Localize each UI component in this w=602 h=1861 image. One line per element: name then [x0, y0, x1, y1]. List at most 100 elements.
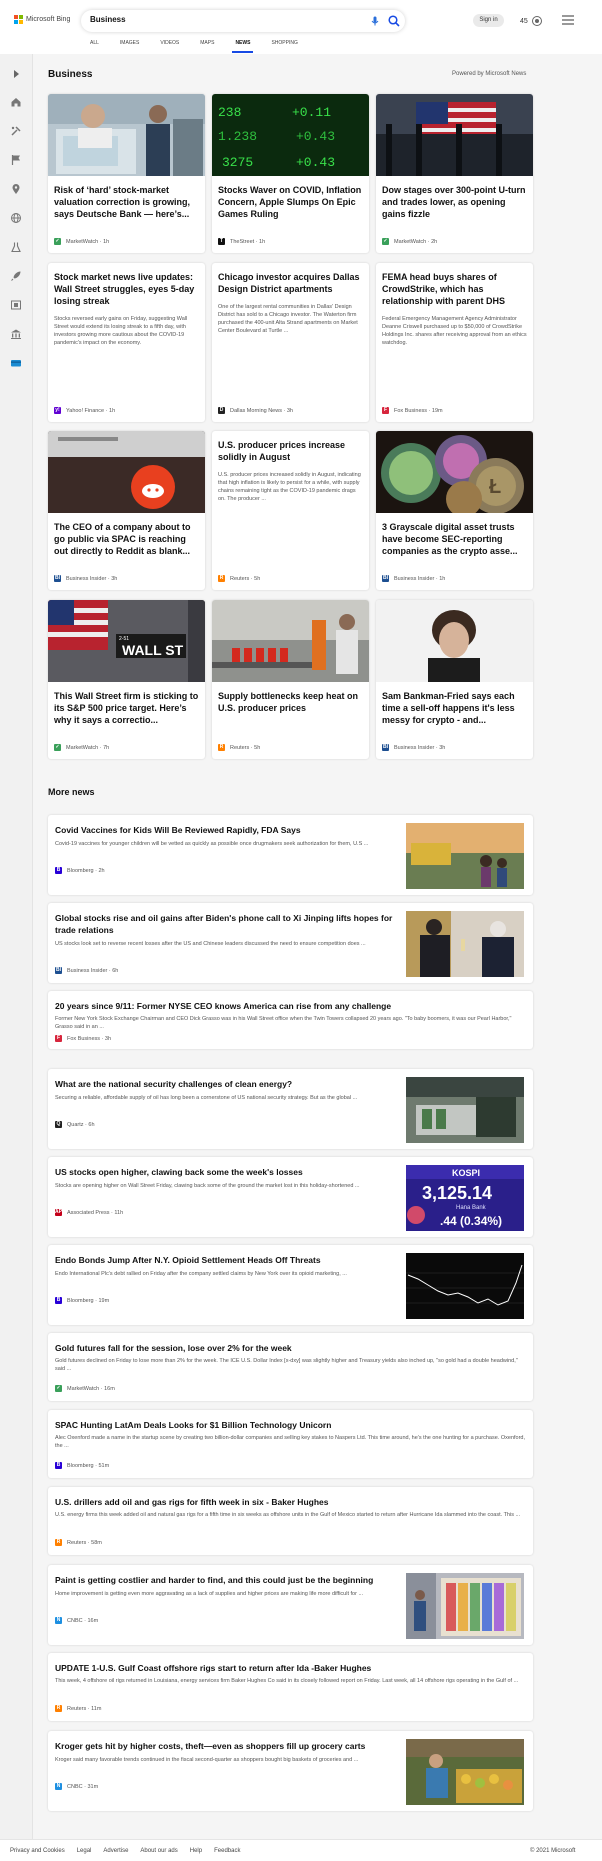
- item-title[interactable]: Gold futures fall for the session, lose …: [55, 1342, 525, 1354]
- card-title[interactable]: Stocks Waver on COVID, Inflation Concern…: [212, 176, 369, 220]
- kospi-label: KOSPI: [452, 1168, 480, 1178]
- search-icon[interactable]: [387, 14, 401, 28]
- rocket-icon[interactable]: [10, 269, 22, 281]
- bing-logo[interactable]: Microsoft Bing: [14, 15, 70, 24]
- yahoo-logo-icon: y!: [54, 407, 61, 414]
- list-item[interactable]: SPAC Hunting LatAm Deals Looks for $1 Bi…: [48, 1410, 533, 1478]
- footer-link-help[interactable]: Help: [190, 1848, 202, 1854]
- tab-videos[interactable]: VIDEOS: [160, 40, 179, 54]
- footer-link-feedback[interactable]: Feedback: [214, 1848, 240, 1854]
- item-title[interactable]: 20 years since 9/11: Former NYSE CEO kno…: [55, 1000, 525, 1012]
- list-item[interactable]: Endo Bonds Jump After N.Y. Opioid Settle…: [48, 1245, 533, 1325]
- card-summary: Stocks reversed early gains on Friday, s…: [54, 316, 188, 346]
- search-box[interactable]: [81, 10, 405, 32]
- item-title[interactable]: Covid Vaccines for Kids Will Be Reviewed…: [55, 824, 395, 836]
- source-time: 19m: [98, 1297, 110, 1304]
- tab-maps[interactable]: MAPS: [200, 40, 214, 54]
- card-title[interactable]: 3 Grayscale digital asset trusts have be…: [376, 513, 533, 557]
- card-source: T TheStreet · 1h: [218, 238, 266, 245]
- footer-link-advertise[interactable]: Advertise: [103, 1848, 128, 1854]
- item-title[interactable]: Kroger gets hit by higher costs, theft—e…: [55, 1740, 395, 1752]
- list-item[interactable]: 20 years since 9/11: Former NYSE CEO kno…: [48, 991, 533, 1049]
- location-icon[interactable]: [10, 182, 22, 194]
- home-icon[interactable]: [10, 95, 22, 107]
- tab-shopping[interactable]: SHOPPING: [271, 40, 297, 54]
- news-image: [212, 600, 369, 682]
- tools-icon[interactable]: [10, 124, 22, 136]
- footer-link-legal[interactable]: Legal: [77, 1848, 92, 1854]
- card-title[interactable]: FEMA head buys shares of CrowdStrike, wh…: [376, 263, 533, 307]
- news-card[interactable]: Risk of ‘hard’ stock-market valuation co…: [48, 94, 205, 253]
- menu-icon[interactable]: [562, 15, 574, 25]
- news-card[interactable]: Stock market news live updates: Wall Str…: [48, 263, 205, 422]
- item-title[interactable]: SPAC Hunting LatAm Deals Looks for $1 Bi…: [55, 1419, 525, 1431]
- bank-icon[interactable]: [10, 327, 22, 339]
- list-item[interactable]: U.S. drillers add oil and gas rigs for f…: [48, 1487, 533, 1555]
- list-item[interactable]: US stocks open higher, clawing back some…: [48, 1157, 533, 1237]
- footer-link-privacy[interactable]: Privacy and Cookies: [10, 1848, 65, 1854]
- source-time: 58m: [91, 1539, 102, 1546]
- item-title[interactable]: U.S. drillers add oil and gas rigs for f…: [55, 1496, 525, 1508]
- footer: Privacy and Cookies Legal Advertise Abou…: [0, 1839, 602, 1861]
- card-title[interactable]: Sam Bankman-Fried says each time a sell-…: [376, 682, 533, 726]
- list-item[interactable]: What are the national security challenge…: [48, 1069, 533, 1149]
- tab-all[interactable]: ALL: [90, 40, 99, 54]
- tab-news[interactable]: NEWS: [232, 40, 254, 54]
- card-title[interactable]: Chicago investor acquires Dallas Design …: [212, 263, 369, 295]
- tab-images[interactable]: IMAGES: [120, 40, 139, 54]
- news-card[interactable]: The CEO of a company about to go public …: [48, 431, 205, 590]
- footer-link-about-ads[interactable]: About our ads: [140, 1848, 177, 1854]
- source-time: 5h: [254, 744, 261, 751]
- reuters-logo-icon: R: [218, 575, 225, 582]
- list-item[interactable]: Covid Vaccines for Kids Will Be Reviewed…: [48, 815, 533, 895]
- list-item[interactable]: Paint is getting costlier and harder to …: [48, 1565, 533, 1645]
- search-tabs: ALL IMAGES VIDEOS MAPS NEWS SHOPPING: [90, 40, 319, 54]
- item-title[interactable]: What are the national security challenge…: [55, 1078, 395, 1090]
- microsoft-logo-icon: [14, 15, 23, 24]
- card-title[interactable]: Supply bottlenecks keep heat on U.S. pro…: [212, 682, 369, 714]
- news-card[interactable]: 238 +0.11 1.238 +0.43 3275 +0.43 Stocks …: [212, 94, 369, 253]
- news-card[interactable]: FEMA head buys shares of CrowdStrike, wh…: [376, 263, 533, 422]
- card-source: BI Business Insider · 1h: [382, 575, 446, 582]
- card-title[interactable]: U.S. producer prices increase solidly in…: [212, 431, 369, 463]
- card-title[interactable]: The CEO of a company about to go public …: [48, 513, 205, 557]
- source-name: Bloomberg: [67, 1297, 94, 1304]
- list-item[interactable]: Gold futures fall for the session, lose …: [48, 1333, 533, 1401]
- card-title[interactable]: Risk of ‘hard’ stock-market valuation co…: [48, 176, 205, 220]
- sign-in-button[interactable]: Sign in: [473, 14, 504, 27]
- card-title[interactable]: This Wall Street firm is sticking to its…: [48, 682, 205, 726]
- chevron-right-icon[interactable]: [10, 67, 22, 79]
- card-source: ✓ MarketWatch · 2h: [382, 238, 438, 245]
- source-time: 6h: [88, 1121, 95, 1128]
- item-title[interactable]: Global stocks rise and oil gains after B…: [55, 912, 400, 936]
- rewards-button[interactable]: 45: [520, 15, 543, 27]
- list-item[interactable]: UPDATE 1-U.S. Gulf Coast offshore rigs s…: [48, 1653, 533, 1721]
- news-card[interactable]: 2-51 WALL ST This Wall Street firm is st…: [48, 600, 205, 759]
- source-time: 1h: [259, 238, 266, 245]
- flag-icon[interactable]: [10, 153, 22, 165]
- card-title[interactable]: Dow stages over 300-point U-turn and tra…: [376, 176, 533, 220]
- news-card[interactable]: U.S. producer prices increase solidly in…: [212, 431, 369, 590]
- item-title[interactable]: UPDATE 1-U.S. Gulf Coast offshore rigs s…: [55, 1662, 525, 1674]
- search-input[interactable]: [90, 15, 350, 24]
- news-card[interactable]: Sam Bankman-Fried says each time a sell-…: [376, 600, 533, 759]
- list-item[interactable]: Kroger gets hit by higher costs, theft—e…: [48, 1731, 533, 1811]
- news-card[interactable]: Supply bottlenecks keep heat on U.S. pro…: [212, 600, 369, 759]
- item-image: [406, 1253, 524, 1319]
- card-title[interactable]: Stock market news live updates: Wall Str…: [48, 263, 205, 307]
- source-time: 16m: [87, 1617, 99, 1624]
- item-title[interactable]: US stocks open higher, clawing back some…: [55, 1166, 395, 1178]
- fox-business-logo-icon: F: [382, 407, 389, 414]
- item-title[interactable]: Paint is getting costlier and harder to …: [55, 1574, 395, 1586]
- news-card[interactable]: Dow stages over 300-point U-turn and tra…: [376, 94, 533, 253]
- microphone-icon[interactable]: [369, 15, 381, 27]
- list-item[interactable]: Global stocks rise and oil gains after B…: [48, 903, 533, 983]
- science-icon[interactable]: [10, 240, 22, 253]
- globe-icon[interactable]: [10, 211, 22, 223]
- item-title[interactable]: Endo Bonds Jump After N.Y. Opioid Settle…: [55, 1254, 395, 1266]
- news-card[interactable]: Chicago investor acquires Dallas Design …: [212, 263, 369, 422]
- news-card[interactable]: Ł 3 Grayscale digital asset trusts have …: [376, 431, 533, 590]
- card-icon[interactable]: [10, 356, 22, 368]
- film-icon[interactable]: [10, 298, 22, 310]
- item-summary: Kroger said many favorable trends contin…: [55, 1757, 359, 1763]
